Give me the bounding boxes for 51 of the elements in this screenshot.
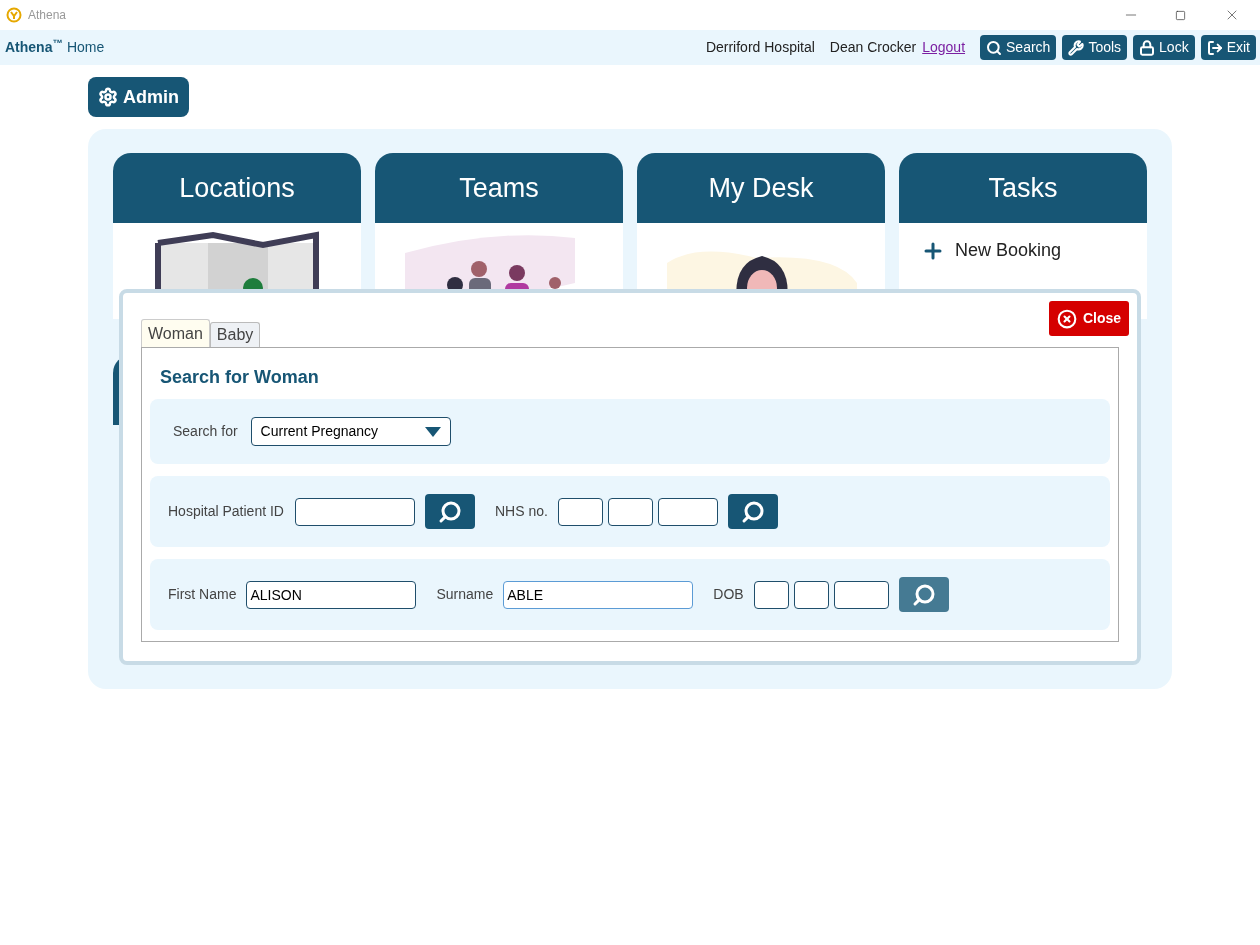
- close-button[interactable]: Close: [1048, 301, 1129, 336]
- hospital-name: Derriford Hospital: [705, 38, 815, 57]
- dob-field[interactable]: [833, 580, 889, 609]
- search-button[interactable]: [898, 577, 949, 612]
- dob-field[interactable]: [793, 580, 829, 609]
- field-label: First Name: [168, 585, 237, 604]
- section-heading: Search for Woman: [159, 366, 320, 389]
- maximize-icon[interactable]: [1175, 9, 1186, 21]
- window-title: Athena: [28, 7, 67, 24]
- tile-title: Locations: [179, 171, 295, 205]
- search-icon: [437, 499, 462, 524]
- search-icon: [911, 582, 936, 607]
- logout-link[interactable]: Logout: [922, 37, 966, 58]
- search-button[interactable]: [727, 494, 778, 529]
- first-name-field[interactable]: ALISON: [246, 580, 417, 609]
- tile-title: Tasks: [988, 171, 1058, 205]
- field-label: Search for: [173, 422, 238, 441]
- search-button[interactable]: Search: [980, 35, 1057, 60]
- nhs-number-field[interactable]: [657, 497, 718, 526]
- app-logo-icon: [6, 7, 22, 23]
- tools-button[interactable]: Tools: [1062, 35, 1128, 60]
- admin-button[interactable]: Admin: [88, 77, 189, 117]
- close-icon[interactable]: [1056, 308, 1077, 329]
- search-icon: [986, 39, 1003, 56]
- tile-title: Teams: [459, 171, 539, 205]
- field-label: Hospital Patient ID: [168, 502, 284, 521]
- surname-field[interactable]: ABLE: [503, 580, 694, 609]
- wrench-icon: [1068, 39, 1085, 56]
- brand-name: Athena$^{™}$: [5, 37, 63, 57]
- nhs-number-field[interactable]: [607, 497, 653, 526]
- lock-button[interactable]: Lock: [1133, 35, 1195, 60]
- tab[interactable]: Woman: [141, 319, 210, 347]
- field-label: Surname: [436, 585, 494, 604]
- field-label: NHS no.: [494, 502, 548, 521]
- lock-icon: [1139, 39, 1156, 56]
- tile-title: My Desk: [708, 171, 814, 205]
- nhs-number-field[interactable]: [557, 497, 603, 526]
- dropdown-caret-icon: [424, 426, 441, 437]
- dob-field[interactable]: [753, 580, 789, 609]
- search-for-dropdown[interactable]: Current Pregnancy: [250, 417, 451, 446]
- home-link[interactable]: Home: [66, 37, 105, 58]
- search-button[interactable]: [424, 494, 475, 529]
- field-label: DOB: [713, 585, 744, 604]
- exit-icon: [1206, 39, 1223, 56]
- gear-icon: [98, 87, 118, 107]
- search-icon: [740, 499, 765, 524]
- tab[interactable]: Baby: [209, 322, 261, 347]
- task-link[interactable]: New Booking: [955, 237, 1062, 264]
- hospital-id-field[interactable]: [294, 497, 415, 526]
- exit-button[interactable]: Exit: [1200, 35, 1256, 60]
- user-name: Dean Crocker: [829, 38, 917, 57]
